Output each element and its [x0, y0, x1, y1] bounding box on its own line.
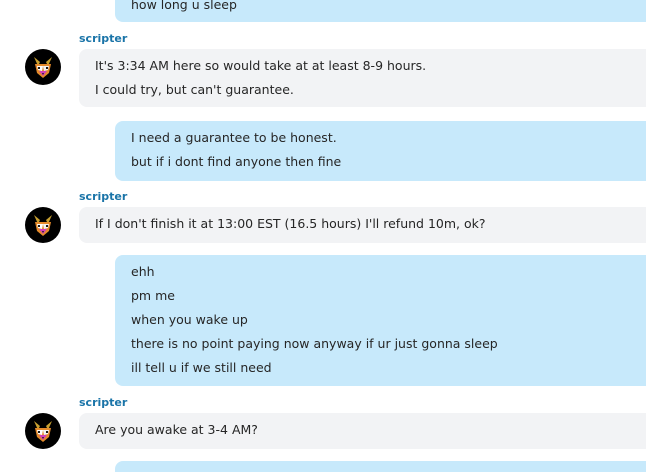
- incoming-message[interactable]: It's 3:34 AM here so would take at at le…: [79, 49, 646, 107]
- message-line: ehh: [131, 264, 155, 279]
- outgoing-message[interactable]: [115, 461, 646, 472]
- message-line: I need a guarantee to be honest.: [131, 130, 337, 145]
- avatar[interactable]: [25, 207, 61, 243]
- sender-name[interactable]: scripter: [79, 32, 127, 46]
- message-line: It's 3:34 AM here so would take at at le…: [95, 58, 427, 73]
- outgoing-message[interactable]: ehh pm me when you wake up there is no p…: [115, 255, 646, 386]
- message-line: I could try, but can't guarantee.: [95, 82, 294, 97]
- incoming-message[interactable]: If I don't finish it at 13:00 EST (16.5 …: [79, 207, 646, 243]
- outgoing-message[interactable]: I need a guarantee to be honest. but if …: [115, 121, 646, 181]
- fox-face-avatar-icon: [34, 421, 52, 442]
- avatar[interactable]: [25, 49, 61, 85]
- chat-transcript: how long u sleep scripter It's 3:34 AM h…: [0, 0, 646, 472]
- outgoing-message[interactable]: how long u sleep: [115, 0, 646, 22]
- avatar[interactable]: [25, 413, 61, 449]
- message-line: when you wake up: [131, 312, 248, 327]
- message-line: Are you awake at 3-4 AM?: [95, 422, 258, 437]
- incoming-message[interactable]: Are you awake at 3-4 AM?: [79, 413, 646, 449]
- fox-face-avatar-icon: [34, 215, 52, 236]
- sender-name[interactable]: scripter: [79, 190, 127, 204]
- message-line: ill tell u if we still need: [131, 360, 272, 375]
- sender-name[interactable]: scripter: [79, 396, 127, 410]
- fox-face-avatar-icon: [34, 57, 52, 78]
- message-line: pm me: [131, 288, 175, 303]
- message-line: but if i dont find anyone then fine: [131, 154, 342, 169]
- message-line: If I don't finish it at 13:00 EST (16.5 …: [95, 216, 486, 231]
- message-line: how long u sleep: [131, 0, 237, 12]
- message-line: there is no point paying now anyway if u…: [131, 336, 498, 351]
